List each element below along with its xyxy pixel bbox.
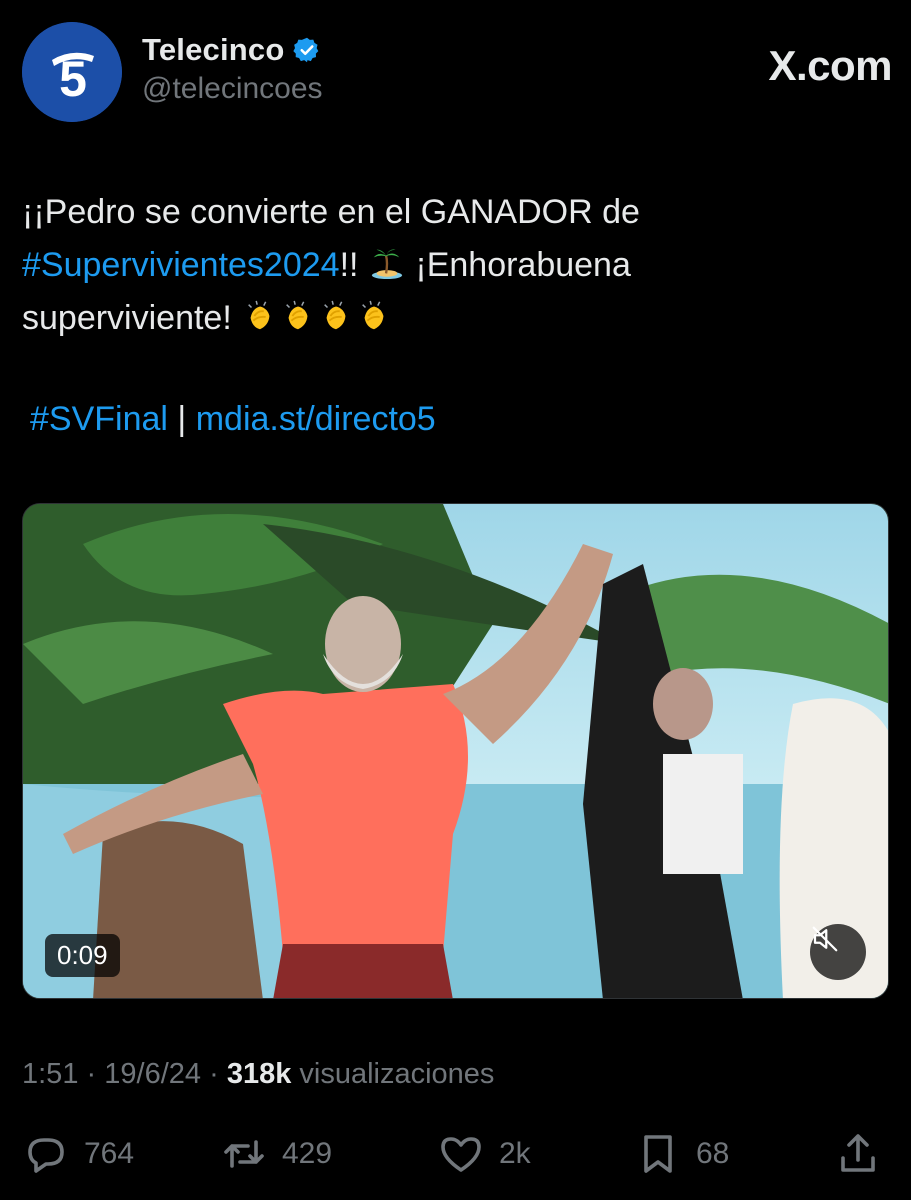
author-block: Telecinco @telecincoes — [142, 32, 323, 106]
meta-dot: · — [86, 1058, 97, 1090]
clapping-hands-emoji — [248, 300, 270, 330]
video-duration: 0:09 — [45, 934, 120, 977]
views-label: visualizaciones — [299, 1058, 495, 1090]
tweet-time[interactable]: 1:51 — [22, 1058, 78, 1090]
action-bar: 764 429 2k 68 — [22, 1126, 892, 1182]
video-frame — [23, 504, 888, 998]
tweet-date[interactable]: 19/6/24 — [104, 1058, 201, 1090]
clapping-hands-emoji — [362, 300, 384, 330]
hashtag-supervivientes[interactable]: #Supervivientes2024 — [22, 246, 340, 284]
svg-text:5: 5 — [59, 51, 87, 107]
reply-count: 764 — [84, 1137, 135, 1170]
display-name[interactable]: Telecinco — [142, 32, 285, 68]
tweet-line-3: superviviente! — [22, 299, 232, 337]
tags-line: #SVFinal | mdia.st/directo5 — [30, 400, 436, 439]
bookmark-icon — [644, 1135, 672, 1173]
island-emoji — [371, 249, 403, 280]
avatar[interactable]: 5 — [22, 22, 122, 122]
reply-button[interactable]: 764 — [22, 1126, 134, 1182]
congrats-text: ¡Enhorabuena — [415, 246, 631, 284]
repost-count: 429 — [282, 1137, 333, 1170]
view-count: 318k — [226, 1058, 292, 1090]
exclamation: !! — [339, 246, 359, 284]
tweet-meta: 1:51 · 19/6/24 · 318k visualizaciones — [22, 1058, 494, 1091]
meta-dot: · — [209, 1058, 219, 1090]
x-com-brand: X.com — [768, 42, 892, 89]
tweet-line-1: ¡¡Pedro se convierte en el GANADOR de — [22, 193, 640, 231]
tweet-screenshot: 5 Telecinco @telecincoes X.com ¡¡Pedro s… — [0, 0, 911, 1200]
video-player[interactable]: 0:09 — [22, 503, 889, 999]
mute-button[interactable] — [810, 924, 866, 980]
telecinco-logo-icon: 5 — [22, 22, 122, 122]
handle[interactable]: @telecincoes — [142, 72, 323, 106]
link-directo5[interactable]: mdia.st/directo5 — [196, 400, 436, 438]
repost-button[interactable]: 429 — [220, 1126, 332, 1182]
like-count: 2k — [499, 1137, 531, 1170]
heart-icon — [441, 1137, 481, 1172]
muted-speaker-icon — [812, 926, 838, 952]
repost-icon — [224, 1140, 264, 1168]
tweet-text: ¡¡Pedro se convierte en el GANADOR de #S… — [22, 186, 882, 345]
clapping-hands-emoji — [324, 300, 346, 330]
reply-icon — [28, 1138, 64, 1173]
share-button[interactable] — [834, 1126, 882, 1182]
like-button[interactable]: 2k — [437, 1126, 531, 1182]
bookmark-count: 68 — [696, 1137, 730, 1170]
clapping-hands-emoji — [286, 300, 308, 330]
bookmark-button[interactable]: 68 — [634, 1126, 729, 1182]
hashtag-svfinal[interactable]: #SVFinal — [30, 400, 168, 438]
tweet-header: 5 Telecinco @telecincoes X.com — [22, 22, 892, 122]
separator: | — [177, 400, 187, 438]
share-icon — [841, 1134, 875, 1172]
verified-badge-icon — [292, 37, 318, 63]
